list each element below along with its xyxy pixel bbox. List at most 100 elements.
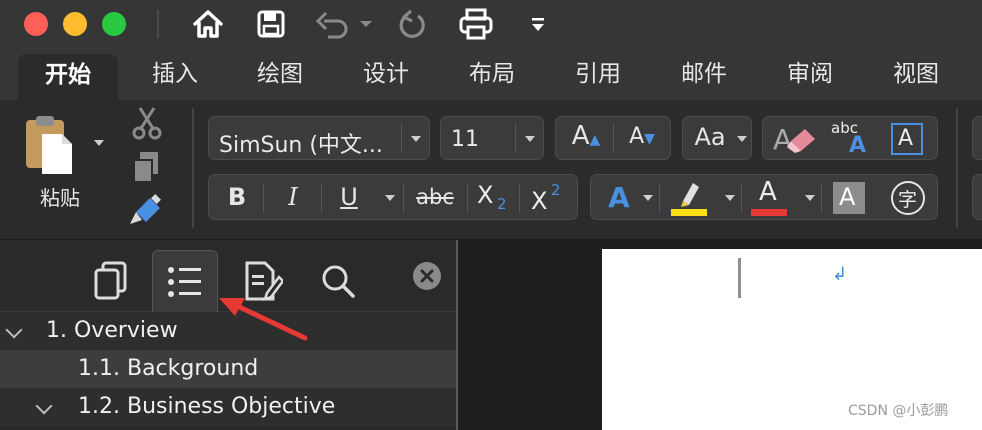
search-tab[interactable]	[305, 252, 371, 310]
subscript-button[interactable]: X 2	[475, 181, 515, 217]
ribbon-home: 粘贴 SimSun (中文... 11 A▲ A▼ Aa A abc A A B…	[0, 100, 982, 240]
text-effects-dropdown-icon[interactable]	[643, 195, 653, 201]
tab-references[interactable]: 引用	[553, 48, 643, 100]
text-effects-icon[interactable]: A	[599, 181, 639, 214]
tab-layout[interactable]: 布局	[447, 48, 537, 100]
divider	[403, 183, 404, 213]
divider	[741, 183, 742, 213]
font-name-dropdown-icon[interactable]	[411, 136, 421, 142]
subscript-digit: 2	[497, 195, 507, 213]
divider	[821, 183, 822, 213]
superscript-digit: 2	[551, 181, 561, 199]
tab-mailings[interactable]: 邮件	[659, 48, 749, 100]
nav-heading-label: 1.2. Business Objective	[78, 394, 336, 419]
tab-view[interactable]: 视图	[871, 48, 961, 100]
tab-design[interactable]: 设计	[341, 48, 431, 100]
strikethrough-button[interactable]: abc	[409, 185, 461, 209]
paragraph-group-clipped-2[interactable]	[972, 174, 982, 220]
print-icon[interactable]	[456, 6, 496, 42]
watermark: CSDN @小彭鹏	[848, 403, 949, 419]
divider	[321, 183, 322, 213]
grow-font-icon[interactable]: A▲	[562, 121, 610, 151]
font-color-icon[interactable]: A	[749, 177, 789, 217]
underline-dropdown-icon[interactable]	[385, 195, 395, 201]
shrink-font-icon[interactable]: A▼	[618, 124, 666, 149]
cut-icon[interactable]	[130, 106, 164, 140]
close-pane-icon[interactable]	[413, 262, 441, 290]
format-painter-icon[interactable]	[128, 194, 164, 228]
text-style-group: B I U abc X 2 X 2	[208, 174, 578, 220]
nav-heading-item[interactable]: 1.1. Background	[0, 350, 456, 388]
customize-toolbar-icon[interactable]	[526, 6, 550, 42]
titlebar-separator	[157, 10, 159, 38]
headings-tab[interactable]	[152, 250, 218, 312]
close-window-button[interactable]	[24, 12, 48, 36]
nav-heading-label: 1.1. Background	[78, 356, 259, 381]
divider	[401, 123, 402, 153]
bold-button[interactable]: B	[217, 183, 257, 211]
change-case-icon: Aa	[694, 123, 726, 151]
font-color-dropdown-icon[interactable]	[805, 195, 815, 201]
superscript-button[interactable]: X 2	[527, 181, 571, 217]
highlight-dropdown-icon[interactable]	[725, 195, 735, 201]
nav-heading-label: 1. Overview	[46, 318, 178, 343]
title-bar	[0, 0, 982, 48]
thumbnails-tab[interactable]	[78, 252, 144, 310]
font-name-value: SimSun (中文...	[219, 133, 383, 158]
thumbnails-icon	[94, 261, 127, 300]
change-case-dropdown-icon[interactable]	[737, 136, 747, 142]
tab-home[interactable]: 开始	[18, 54, 118, 100]
divider	[613, 123, 614, 153]
annotation-arrow-icon	[219, 298, 308, 341]
character-border-icon[interactable]: A	[891, 123, 923, 155]
ribbon-separator	[956, 108, 958, 228]
font-size-value: 11	[451, 127, 479, 152]
copy-icon[interactable]	[132, 150, 162, 184]
paragraph-mark: ↲	[832, 264, 848, 285]
clear-formatting-icon[interactable]: A	[771, 121, 819, 157]
text-cursor	[738, 258, 741, 298]
font-name-box[interactable]: SimSun (中文...	[208, 116, 430, 160]
divider	[659, 183, 660, 213]
font-size-box[interactable]: 11	[440, 116, 544, 160]
collapse-chevron-icon[interactable]	[5, 321, 23, 339]
divider	[263, 183, 264, 213]
italic-button[interactable]: I	[273, 183, 313, 211]
subscript-x: X	[477, 181, 494, 209]
divider	[467, 183, 468, 213]
paste-button[interactable]	[24, 114, 76, 176]
svg-text:A: A	[773, 123, 792, 156]
highlight-icon[interactable]	[669, 179, 709, 217]
ribbon-separator	[192, 108, 194, 228]
enclose-characters-icon[interactable]: 字	[891, 181, 925, 215]
enclose-character-text: 字	[898, 189, 918, 211]
font-size-dropdown-icon[interactable]	[525, 136, 535, 142]
nav-heading-item[interactable]: 1.2. Business Objective	[0, 388, 456, 426]
outline-list-icon	[168, 266, 201, 297]
paragraph-group-clipped[interactable]	[972, 116, 982, 160]
paste-dropdown-icon[interactable]	[94, 140, 104, 146]
tab-review[interactable]: 审阅	[765, 48, 855, 100]
home-icon[interactable]	[190, 6, 226, 42]
font-size-group: A▲ A▼	[555, 116, 671, 160]
redo-icon[interactable]	[394, 6, 430, 42]
minimize-window-button[interactable]	[63, 12, 87, 36]
divider	[519, 183, 520, 213]
phonetic-guide-icon[interactable]: abc A	[827, 117, 875, 161]
save-icon[interactable]	[254, 6, 288, 42]
change-case-button[interactable]: Aa	[682, 116, 752, 160]
clear-format-group: A abc A A	[762, 116, 938, 160]
text-effects-group: A A A 字	[590, 174, 938, 220]
paste-label: 粘贴	[40, 186, 80, 210]
underline-button[interactable]: U	[329, 183, 369, 211]
search-icon	[322, 265, 355, 298]
tab-draw[interactable]: 绘图	[235, 48, 325, 100]
collapse-chevron-icon[interactable]	[35, 397, 53, 415]
zoom-window-button[interactable]	[102, 12, 126, 36]
character-shading-icon[interactable]: A	[833, 182, 865, 214]
superscript-x: X	[531, 187, 548, 215]
tab-insert[interactable]: 插入	[130, 48, 220, 100]
ribbon-tab-bar: 开始 插入 绘图 设计 布局 引用 邮件 审阅 视图	[0, 48, 982, 100]
undo-icon[interactable]	[314, 6, 374, 42]
divider	[515, 123, 516, 153]
